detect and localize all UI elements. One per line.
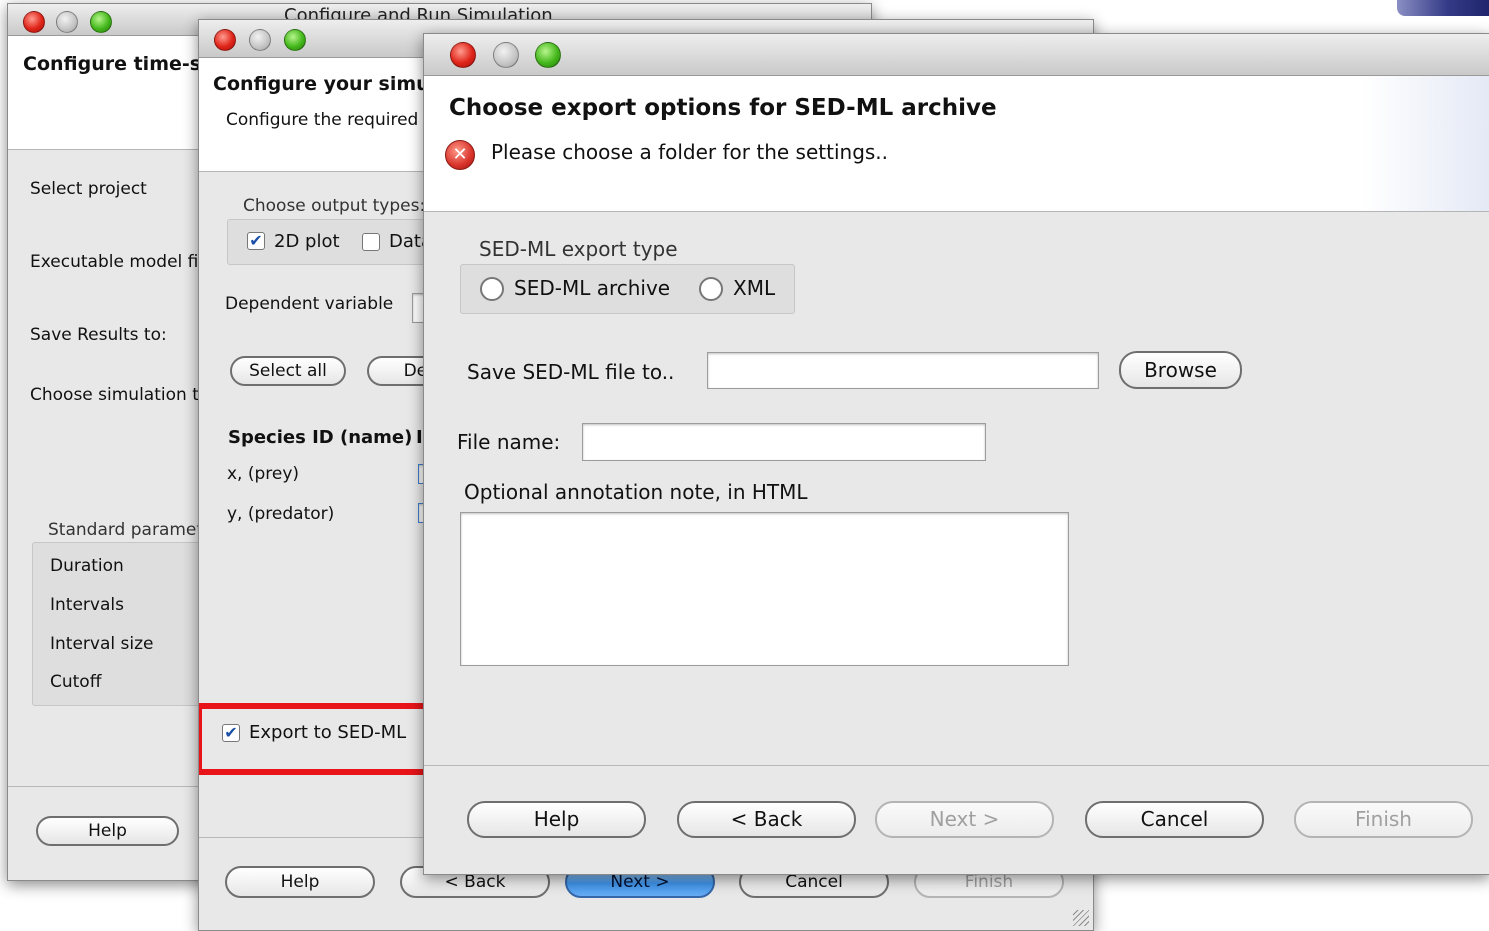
help-button[interactable]: Help — [467, 801, 646, 838]
species-column-header-2: I — [416, 427, 423, 448]
executable-model-label: Executable model fi — [30, 252, 199, 272]
header-title: Configure your simu — [213, 73, 430, 95]
export-sedml-label: Export to SED-ML — [249, 722, 407, 743]
choose-simulation-label: Choose simulation t — [30, 385, 199, 405]
help-button[interactable]: Help — [36, 816, 179, 846]
zoom-button[interactable] — [90, 11, 112, 33]
xml-radio[interactable] — [699, 277, 723, 301]
wizard-header: Choose export options for SED-ML archive… — [424, 76, 1489, 212]
select-project-label: Select project — [30, 179, 147, 199]
background-graphic — [1397, 0, 1489, 16]
header-title: Configure time-s — [23, 53, 202, 75]
minimize-button[interactable] — [493, 42, 519, 68]
cancel-button[interactable]: Cancel — [1085, 801, 1264, 838]
interval-size-label: Interval size — [50, 634, 154, 654]
button-separator — [424, 765, 1489, 766]
minimize-button[interactable] — [56, 11, 78, 33]
dependent-variable-label: Dependent variable — [225, 294, 394, 314]
zoom-button[interactable] — [284, 29, 306, 51]
select-all-button[interactable]: Select all — [230, 356, 346, 386]
save-to-label: Save SED-ML file to.. — [467, 360, 675, 384]
sedml-export-options-window: Choose export options for SED-ML archive… — [423, 33, 1489, 875]
error-x-icon: ✕ — [445, 140, 475, 170]
help-button[interactable]: Help — [225, 866, 375, 898]
annotation-textarea[interactable] — [460, 512, 1069, 666]
error-message: Please choose a folder for the settings.… — [491, 140, 889, 164]
2d-plot-checkbox[interactable]: ✔ — [247, 232, 265, 250]
cutoff-label: Cutoff — [50, 672, 102, 692]
finish-button[interactable]: Finish — [1294, 801, 1473, 838]
export-type-group: SED-ML archive XML — [460, 264, 795, 314]
species-row-predator: y, (predator) — [227, 504, 335, 524]
export-type-label: SED-ML export type — [479, 237, 678, 261]
close-button[interactable] — [214, 29, 236, 51]
export-sedml-checkbox[interactable]: ✔ — [222, 724, 240, 742]
header-subtitle: Configure the required — [226, 110, 419, 130]
xml-label: XML — [733, 276, 776, 300]
duration-label: Duration — [50, 556, 124, 576]
header-title: Choose export options for SED-ML archive — [449, 95, 997, 121]
2d-plot-label: 2D plot — [274, 231, 340, 252]
close-button[interactable] — [23, 11, 45, 33]
intervals-label: Intervals — [50, 595, 124, 615]
sedml-archive-label: SED-ML archive — [514, 276, 671, 300]
next-button[interactable]: Next > — [875, 801, 1054, 838]
minimize-button[interactable] — [249, 29, 271, 51]
output-types-label: Choose output types: — [243, 196, 426, 216]
output-types-group: ✔ 2D plot Data — [227, 219, 437, 265]
resize-grip[interactable] — [1073, 910, 1089, 926]
file-name-field[interactable] — [582, 423, 986, 461]
save-path-field[interactable] — [707, 352, 1099, 389]
annotation-label: Optional annotation note, in HTML — [464, 480, 808, 504]
checkmark-icon: ✔ — [224, 723, 238, 742]
save-results-label: Save Results to: — [30, 325, 167, 345]
data-checkbox[interactable] — [362, 233, 380, 251]
back-button[interactable]: < Back — [677, 801, 856, 838]
zoom-button[interactable] — [535, 42, 561, 68]
close-button[interactable] — [450, 42, 476, 68]
file-name-label: File name: — [457, 430, 561, 454]
species-column-header: Species ID (name) — [228, 427, 413, 448]
checkmark-icon: ✔ — [249, 231, 263, 250]
standard-parameters-title: Standard paramet — [48, 520, 204, 540]
titlebar[interactable] — [424, 34, 1489, 76]
species-row-prey: x, (prey) — [227, 464, 300, 484]
sedml-archive-radio[interactable] — [480, 277, 504, 301]
browse-button[interactable]: Browse — [1119, 351, 1242, 389]
